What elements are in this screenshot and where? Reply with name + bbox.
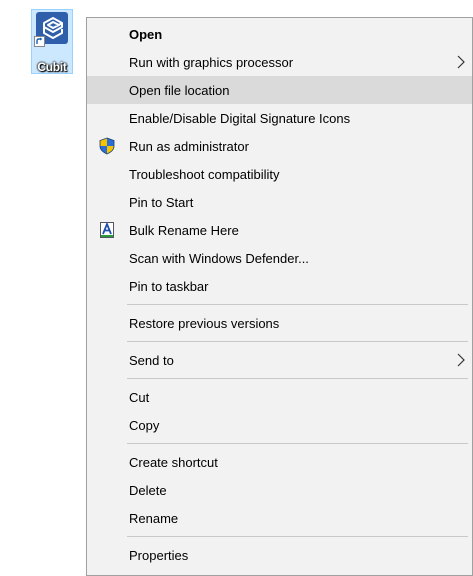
desktop: Cubit Open Run with graphics processor Ope…: [0, 0, 473, 576]
menu-item-scan-with-windows-defender[interactable]: Scan with Windows Defender...: [87, 244, 472, 272]
desktop-shortcut-cubit[interactable]: Cubit: [31, 9, 73, 74]
menu-item-create-shortcut[interactable]: Create shortcut: [87, 448, 472, 476]
menu-item-enable-disable-digital-signature-icons[interactable]: Enable/Disable Digital Signature Icons: [87, 104, 472, 132]
menu-item-open[interactable]: Open: [87, 20, 472, 48]
menu-item-run-with-graphics-processor[interactable]: Run with graphics processor: [87, 48, 472, 76]
menu-item-label: Open: [129, 26, 163, 42]
menu-item-label: Pin to taskbar: [129, 278, 209, 294]
menu-item-pin-to-start[interactable]: Pin to Start: [87, 188, 472, 216]
menu-separator: [87, 374, 472, 383]
menu-item-restore-previous-versions[interactable]: Restore previous versions: [87, 309, 472, 337]
menu-item-label: Delete: [129, 482, 167, 498]
context-menu: Open Run with graphics processor Open file…: [86, 17, 473, 576]
menu-item-pin-to-taskbar[interactable]: Pin to taskbar: [87, 272, 472, 300]
uac-shield-icon: [98, 137, 116, 155]
menu-item-open-file-location[interactable]: Open file location: [87, 76, 472, 104]
menu-item-label: Scan with Windows Defender...: [129, 250, 309, 266]
menu-item-delete[interactable]: Delete: [87, 476, 472, 504]
chevron-right-icon: [456, 55, 466, 69]
menu-item-send-to[interactable]: Send to: [87, 346, 472, 374]
menu-item-label: Restore previous versions: [129, 315, 280, 331]
menu-item-properties[interactable]: Properties: [87, 541, 472, 569]
menu-item-label: Copy: [129, 417, 160, 433]
menu-item-label: Create shortcut: [129, 454, 218, 470]
desktop-icon-label: Cubit: [37, 60, 67, 74]
menu-item-bulk-rename-here[interactable]: Bulk Rename Here: [87, 216, 472, 244]
menu-item-label: Enable/Disable Digital Signature Icons: [129, 110, 351, 126]
menu-item-run-as-administrator[interactable]: Run as administrator: [87, 132, 472, 160]
menu-item-label: Troubleshoot compatibility: [129, 166, 280, 182]
menu-item-label: Properties: [129, 547, 189, 563]
menu-item-troubleshoot-compatibility[interactable]: Troubleshoot compatibility: [87, 160, 472, 188]
chevron-right-icon: [456, 353, 466, 367]
menu-item-label: Run as administrator: [129, 138, 249, 154]
menu-item-label: Bulk Rename Here: [129, 222, 239, 238]
menu-separator: [87, 532, 472, 541]
menu-separator: [87, 337, 472, 346]
menu-item-label: Pin to Start: [129, 194, 194, 210]
menu-item-label: Rename: [129, 510, 179, 526]
menu-item-rename[interactable]: Rename: [87, 504, 472, 532]
bulk-rename-icon: [98, 221, 116, 239]
menu-item-cut[interactable]: Cut: [87, 383, 472, 411]
menu-item-copy[interactable]: Copy: [87, 411, 472, 439]
shortcut-arrow-icon: [34, 36, 45, 47]
menu-item-label: Open file location: [129, 82, 230, 98]
menu-item-label: Run with graphics processor: [129, 54, 294, 70]
menu-separator: [87, 300, 472, 309]
menu-separator: [87, 439, 472, 448]
menu-item-label: Cut: [129, 389, 150, 405]
menu-item-label: Send to: [129, 352, 174, 368]
